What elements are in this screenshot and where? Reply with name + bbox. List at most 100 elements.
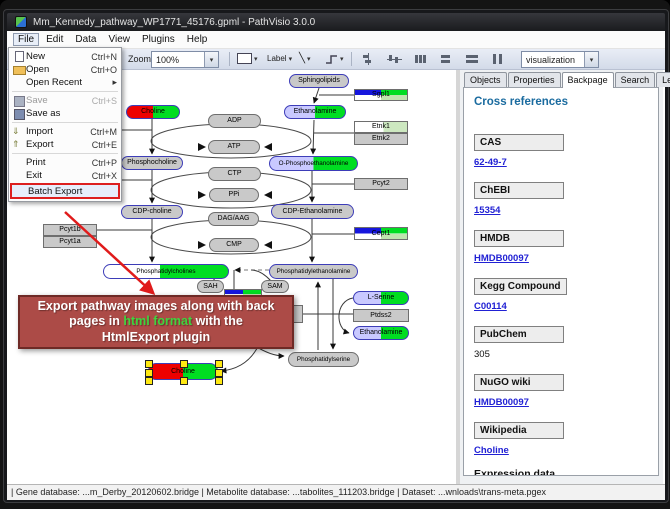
tab-objects[interactable]: Objects [464,72,507,87]
xref-section-pubchem: PubChem305 [474,326,648,360]
tab-backpage[interactable]: Backpage [562,72,614,88]
node-etnk1[interactable]: Etnk1 [354,121,408,133]
file-menu-item-open[interactable]: OpenCtrl+O [9,63,121,76]
distribute-vertical-button[interactable] [437,52,455,66]
chevron-down-icon[interactable]: ▾ [204,52,218,67]
blank-icon [12,77,26,88]
xref-source-header: PubChem [474,326,564,343]
tab-properties[interactable]: Properties [508,72,561,87]
node-sphingolipids[interactable]: Sphingolipids [289,74,349,88]
file-menu-item-print[interactable]: PrintCtrl+P [9,156,121,169]
menu-item-shortcut: Ctrl+X [92,171,117,181]
xref-link[interactable]: HMDB00097 [474,397,648,408]
selection-handle[interactable] [215,369,223,377]
node-o-phosphoethanolamine[interactable]: O-Phosphoethanolamine [269,156,358,171]
align-center-vertical-button[interactable] [385,52,403,66]
file-menu-item-save-as[interactable]: Save as [9,107,121,120]
menu-item-shortcut: Ctrl+N [91,52,117,62]
xref-link[interactable]: Choline [474,445,648,456]
visualization-value: visualization [522,55,584,65]
visualization-combobox[interactable]: visualization ▾ [521,51,599,68]
node-atp[interactable]: ATP [208,140,260,154]
selection-handle[interactable] [215,360,223,368]
xref-link[interactable]: C00114 [474,301,648,312]
node-sam[interactable]: SAM [261,280,289,293]
selection-handle[interactable] [145,369,153,377]
file-menu-item-open-recent[interactable]: Open Recent▸ [9,76,121,89]
chevron-down-icon[interactable]: ▾ [584,52,598,67]
match-width-button[interactable] [463,52,481,66]
file-menu-item-exit[interactable]: ExitCtrl+X [9,169,121,182]
node-ppi[interactable]: PPi [209,188,259,202]
file-menu-item-import[interactable]: ImportCtrl+M [9,125,121,138]
selection-handle[interactable] [180,377,188,385]
new-line-button[interactable]: ╲ ▾ [297,51,313,66]
file-menu-item-save[interactable]: SaveCtrl+S [9,94,121,107]
zoom-value: 100% [152,55,204,65]
menubar-item-file[interactable]: File [13,33,39,46]
tab-search[interactable]: Search [615,72,656,87]
node-choline-top[interactable]: Choline [126,105,180,119]
menubar-item-plugins[interactable]: Plugins [137,33,180,46]
connector-icon [325,53,338,65]
node-sah[interactable]: SAH [197,280,224,293]
align-center-horizontal-button[interactable] [359,52,377,66]
node-cdp-choline[interactable]: CDP-choline [121,205,183,219]
tab-legend[interactable]: Legend [656,72,670,87]
node-pcyt2[interactable]: Pcyt2 [354,178,408,190]
submenu-arrow-icon: ▸ [112,77,117,88]
node-sgpl1[interactable]: Sgpl1 [354,89,408,101]
selection-handle[interactable] [180,360,188,368]
node-pcyt1a[interactable]: Pcyt1a [43,236,97,248]
menubar-item-help[interactable]: Help [182,33,213,46]
node-adp[interactable]: ADP [208,114,261,128]
node-ctp[interactable]: CTP [208,167,261,181]
menubar-item-data[interactable]: Data [70,33,101,46]
file-menu-item-new[interactable]: NewCtrl+N [9,50,121,63]
node-phosphocholine[interactable]: Phosphocholine [121,156,183,170]
menubar-item-view[interactable]: View [103,33,135,46]
distribute-horizontal-button[interactable] [411,52,429,66]
zoom-combobox[interactable]: 100% ▾ [151,51,219,68]
node-pcyt1b[interactable]: Pcyt1b [43,224,97,236]
node-cept1[interactable]: Cept1 [354,227,408,240]
file-menu-item-export[interactable]: ExportCtrl+E [9,138,121,151]
match-height-button[interactable] [489,52,507,66]
xref-source-header: CAS [474,134,564,151]
xref-link[interactable]: 15354 [474,205,648,216]
node-phosphatidylethanolamine[interactable]: Phosphatidylethanolamine [269,264,358,279]
menu-item-label: Save as [26,108,117,119]
node-dag-aag[interactable]: DAG/AAG [208,212,259,226]
blank-icon [14,186,28,197]
new-connector-button[interactable]: ▾ [323,51,346,66]
node-phosphatidylserine[interactable]: Phosphatidylserine [288,352,359,367]
selection-handle[interactable] [145,360,153,368]
new-label-button[interactable]: Label ▾ [265,51,294,66]
node-l-serine[interactable]: L-Serine [353,291,409,305]
menubar-item-edit[interactable]: Edit [41,33,68,46]
file-menu-item-batch-export[interactable]: Batch Export [10,183,120,199]
node-phosphatidylcholines[interactable]: Phosphatidylcholines [103,264,229,279]
menu-separator [12,153,118,154]
title-bar: Mm_Kennedy_pathway_WP1771_45176.gpml - P… [7,13,665,31]
align-center-x-icon [360,52,376,66]
callout-line: HtmlExport plugin [20,330,292,345]
selection-handle[interactable] [215,377,223,385]
node-ethanolamine-top[interactable]: Ethanolamine [284,105,346,119]
node-cdp-ethanolamine[interactable]: CDP-Ethanolamine [271,204,354,219]
node-ethanolamine-bottom[interactable]: Ethanolamine [353,326,409,340]
menu-item-label: Open Recent [26,77,112,88]
new-datanode-button[interactable]: ▾ [235,51,260,66]
node-cmp[interactable]: CMP [209,238,259,252]
blank-icon [12,157,26,168]
new-document-icon [12,51,26,62]
file-menu: NewCtrl+NOpenCtrl+OOpen Recent▸ SaveCtrl+… [8,47,122,202]
toolbar-separator [351,52,352,66]
node-etnk2[interactable]: Etnk2 [354,133,408,145]
status-text: | Gene database: ...m_Derby_20120602.bri… [11,487,546,497]
blank-icon [12,170,26,181]
node-ptdss2[interactable]: Ptdss2 [353,309,409,322]
selection-handle[interactable] [145,377,153,385]
xref-link[interactable]: HMDB00097 [474,253,648,264]
xref-link[interactable]: 62-49-7 [474,157,648,168]
